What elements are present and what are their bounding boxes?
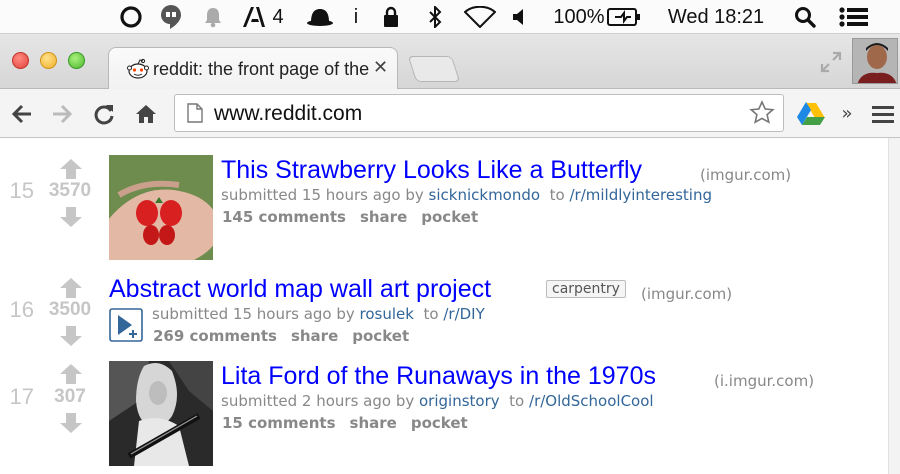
lock-icon[interactable]	[380, 0, 402, 34]
bookmark-star-icon[interactable]	[749, 100, 775, 130]
tab-reddit[interactable]: reddit: the front page of the internet ✕	[108, 47, 398, 90]
upvote-arrow-icon[interactable]	[58, 158, 84, 180]
extensions-overflow-icon[interactable]: »	[838, 89, 856, 138]
subreddit-link[interactable]: /r/DIY	[443, 305, 484, 323]
downvote-arrow-icon[interactable]	[58, 412, 84, 434]
adobe-icon[interactable]	[240, 0, 268, 34]
profile-avatar[interactable]	[852, 38, 898, 84]
comments-link[interactable]: 269 comments	[153, 327, 277, 345]
upvote-arrow-icon[interactable]	[58, 277, 84, 299]
new-tab-button[interactable]	[407, 56, 461, 82]
google-drive-icon[interactable]	[796, 89, 826, 138]
tab-strip: reddit: the front page of the internet ✕	[0, 34, 900, 90]
post-score: 307	[54, 386, 86, 407]
reload-icon[interactable]	[90, 89, 118, 138]
share-link[interactable]: share	[350, 414, 397, 432]
zoom-window-button[interactable]	[68, 52, 85, 69]
bell-icon[interactable]	[201, 0, 225, 34]
post-buttons: 145 comments share pocket	[222, 208, 492, 226]
to-text: to	[423, 305, 439, 323]
home-icon[interactable]	[132, 89, 160, 138]
post-thumbnail[interactable]	[109, 155, 213, 260]
post-rank: 15	[9, 178, 34, 203]
menubar-clock[interactable]: Wed 18:21	[658, 0, 774, 34]
subreddit-link[interactable]: /r/mildlyinteresting	[569, 186, 712, 204]
tab-title: reddit: the front page of the internet	[153, 59, 373, 79]
post-tagline: submitted 15 hours ago by sicknickmondo …	[221, 186, 712, 204]
close-tab-icon[interactable]: ✕	[373, 57, 388, 78]
post-tagline: submitted 15 hours ago by rosulek to /r/…	[152, 305, 485, 323]
chrome-menu-icon[interactable]	[868, 89, 898, 138]
share-link[interactable]: share	[291, 327, 338, 345]
post-title-link[interactable]: Lita Ford of the Runaways in the 1970s	[221, 362, 656, 391]
notification-center-icon[interactable]	[837, 0, 871, 34]
to-text: to	[549, 186, 565, 204]
menu-bar: 4 i 100% Wed 18:21	[0, 0, 900, 34]
comments-link[interactable]: 145 comments	[222, 208, 346, 226]
wifi-icon[interactable]	[463, 0, 497, 34]
bowler-hat-icon[interactable]	[305, 0, 335, 34]
submitted-text: submitted 15 hours ago by	[221, 186, 424, 204]
post-domain[interactable]: (imgur.com)	[641, 285, 732, 303]
pocket-link[interactable]: pocket	[421, 208, 478, 226]
upvote-arrow-icon[interactable]	[58, 363, 84, 385]
pocket-link[interactable]: pocket	[352, 327, 409, 345]
battery-charging-icon[interactable]	[606, 0, 642, 34]
post-thumbnail[interactable]	[109, 361, 213, 466]
volume-icon[interactable]	[510, 0, 530, 34]
minimize-window-button[interactable]	[40, 52, 57, 69]
bluetooth-icon[interactable]	[425, 0, 445, 34]
share-link[interactable]: share	[360, 208, 407, 226]
forward-arrow-icon[interactable]	[48, 89, 76, 138]
expando-play-icon[interactable]	[109, 308, 143, 342]
back-arrow-icon[interactable]	[8, 89, 36, 138]
post-buttons: 15 comments share pocket	[222, 414, 482, 432]
post-score: 3500	[48, 299, 92, 320]
url-text[interactable]: www.reddit.com	[214, 102, 362, 126]
comments-link[interactable]: 15 comments	[222, 414, 336, 432]
post-domain[interactable]: (i.imgur.com)	[714, 372, 814, 390]
reddit-alien-icon	[127, 58, 149, 84]
battery-percent: 100%	[553, 5, 605, 28]
pocket-link[interactable]: pocket	[411, 414, 468, 432]
submitted-text: submitted 2 hours ago by	[221, 392, 415, 410]
author-link[interactable]: rosulek	[360, 305, 414, 323]
post-title-link[interactable]: Abstract world map wall art project	[109, 275, 491, 304]
post-rank: 16	[9, 297, 34, 322]
downvote-arrow-icon[interactable]	[58, 325, 84, 347]
subreddit-link[interactable]: /r/OldSchoolCool	[529, 392, 654, 410]
to-text: to	[509, 392, 525, 410]
spotlight-search-icon[interactable]	[792, 0, 818, 34]
hangouts-icon[interactable]	[158, 0, 184, 34]
page-scrollbar[interactable]	[888, 138, 900, 474]
browser-toolbar: www.reddit.com »	[0, 89, 900, 138]
page-content: 15 3570 This Strawberry Looks Like a But…	[0, 138, 888, 474]
author-link[interactable]: sicknickmondo	[429, 186, 541, 204]
circle-app-icon[interactable]	[118, 0, 144, 34]
page-icon	[187, 103, 203, 127]
post-rank: 17	[9, 384, 34, 409]
info-glyph[interactable]: i	[350, 0, 362, 34]
address-bar[interactable]: www.reddit.com	[174, 94, 784, 132]
post-title-link[interactable]: This Strawberry Looks Like a Butterfly	[221, 156, 642, 185]
downvote-arrow-icon[interactable]	[58, 206, 84, 228]
link-flair: carpentry	[546, 280, 626, 298]
post-domain[interactable]: (imgur.com)	[700, 166, 791, 184]
post-buttons: 269 comments share pocket	[153, 327, 423, 345]
close-window-button[interactable]	[12, 52, 29, 69]
badge-count: 4	[272, 5, 284, 28]
submitted-text: submitted 15 hours ago by	[152, 305, 355, 323]
fullscreen-icon[interactable]	[820, 51, 842, 77]
post-score: 3570	[48, 180, 92, 201]
post-tagline: submitted 2 hours ago by originstory to …	[221, 392, 654, 410]
author-link[interactable]: originstory	[419, 392, 500, 410]
